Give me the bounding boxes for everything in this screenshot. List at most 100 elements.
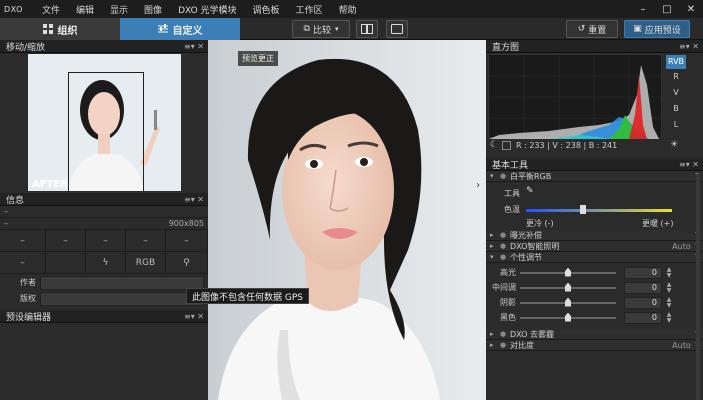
section-smart-lighting[interactable]: ▸● DXO智能照明 Auto ? — [486, 241, 703, 252]
expand-right-icon: ▸ — [490, 341, 494, 349]
slider-row: 中间调 0 ▲ ▼ — [486, 280, 703, 295]
channel-v[interactable]: V — [666, 85, 686, 101]
info-panel-controls[interactable]: ≡▾ ✕ — [184, 195, 208, 204]
author-field[interactable] — [40, 276, 204, 290]
sun-icon[interactable]: ☀ — [670, 140, 678, 150]
slider-value-input[interactable]: 0 — [624, 311, 662, 324]
eyedropper-icon[interactable]: ✎ — [526, 186, 534, 196]
close-window-button[interactable]: ✕ — [679, 4, 703, 15]
channel-b[interactable]: B — [666, 101, 686, 117]
split-view-icon — [361, 24, 373, 34]
gps-tooltip: 此图像不包含任何数据 GPS — [186, 288, 309, 304]
slider-track[interactable] — [520, 312, 616, 322]
no-flash-icon: ϟ — [86, 252, 126, 274]
spinner-icon[interactable]: ▲ ▼ — [664, 296, 674, 309]
info-cell: – — [0, 252, 46, 274]
tab-organize[interactable]: 组织 — [0, 18, 120, 40]
contrast-title: 对比度 — [510, 340, 534, 350]
menu-file[interactable]: 文件 — [34, 3, 68, 16]
undo-icon: ↺ — [577, 24, 586, 34]
expand-down-icon: ▾ — [490, 253, 494, 261]
author-label: 作者 — [20, 278, 36, 287]
slider-label: 中间调 — [492, 283, 516, 292]
apply-preset-button[interactable]: ▣ 应用预设 — [624, 20, 690, 38]
menu-optics[interactable]: DXO 光学模块 — [170, 3, 244, 16]
section-white-balance[interactable]: ▾● 白平衡RGB ? — [486, 171, 703, 182]
slider-knob[interactable] — [565, 297, 571, 307]
power-icon[interactable]: ● — [500, 242, 510, 250]
spinner-icon[interactable]: ▲ ▼ — [664, 266, 674, 279]
section-selective-tone[interactable]: ▾● 个性调节 ? — [486, 252, 703, 263]
compare-button[interactable]: ⧉ 比较 ▾ — [292, 20, 350, 38]
slider-value-input[interactable]: 0 — [624, 266, 662, 279]
menu-palette[interactable]: 调色板 — [245, 3, 288, 16]
power-icon[interactable]: ● — [500, 253, 510, 261]
slider-knob[interactable] — [565, 267, 571, 277]
spinner-icon[interactable]: ▲ ▼ — [664, 281, 674, 294]
slider-knob[interactable] — [565, 312, 571, 322]
zoom-viewport-rect[interactable] — [68, 72, 144, 191]
slider-row: 黑色 0 ▲ ▼ — [486, 310, 703, 325]
slider-value-input[interactable]: 0 — [624, 296, 662, 309]
copyright-field[interactable] — [40, 292, 204, 306]
apply-preset-label: 应用预设 — [644, 25, 681, 36]
menu-edit[interactable]: 编辑 — [68, 3, 102, 16]
histogram-controls[interactable]: ≡▾ ✕ — [679, 42, 703, 51]
image-viewer[interactable]: 预览更正 — [208, 40, 486, 400]
preview-correction-badge[interactable]: 预览更正 — [238, 51, 278, 66]
temperature-knob[interactable] — [580, 205, 586, 214]
warmer-label: 更暖 (+) — [642, 219, 674, 228]
frame-icon — [391, 24, 403, 34]
scrollbar[interactable] — [696, 174, 700, 400]
menu-help[interactable]: 帮助 — [331, 3, 365, 16]
power-icon[interactable]: ● — [500, 231, 510, 239]
reset-label: 重置 — [588, 25, 607, 36]
section-clearview[interactable]: ▸● DXO 去雾霾 ? — [486, 329, 703, 340]
channel-l[interactable]: L — [666, 117, 686, 133]
minimize-button[interactable]: – — [631, 4, 655, 15]
channel-r[interactable]: R — [666, 69, 686, 85]
section-exposure[interactable]: ▸● 曝光补偿 ? — [486, 230, 703, 241]
slider-row: 高光 0 ▲ ▼ — [486, 265, 703, 280]
cooler-label: 更冷 (-) — [526, 219, 554, 228]
chevron-down-icon: ▾ — [334, 25, 339, 33]
temperature-slider[interactable] — [526, 205, 672, 214]
histogram-plot — [488, 54, 663, 139]
power-icon[interactable]: ● — [500, 330, 510, 338]
basic-tools-controls[interactable]: ≡▾ ✕ — [679, 160, 703, 169]
panel-controls[interactable]: ≡▾ ✕ — [184, 42, 208, 51]
slider-knob[interactable] — [565, 282, 571, 292]
power-icon[interactable]: ● — [500, 172, 510, 180]
app-logo: DXO — [4, 4, 23, 14]
info-cell — [46, 252, 86, 274]
fullscreen-button[interactable] — [386, 20, 408, 38]
section-contrast[interactable]: ▸● 对比度 Auto ? — [486, 340, 703, 351]
channel-rvb[interactable]: RVB — [666, 55, 686, 69]
portrait-photo — [208, 40, 486, 400]
power-icon[interactable]: ● — [500, 341, 510, 349]
slider-track[interactable] — [520, 297, 616, 307]
tab-organize-label: 组织 — [57, 25, 78, 37]
split-view-button[interactable] — [356, 20, 378, 38]
reset-button[interactable]: ↺ 重置 — [566, 20, 618, 38]
smart-lighting-value: Auto — [672, 241, 691, 251]
slider-value-input[interactable]: 0 — [624, 281, 662, 294]
tab-customize[interactable]: 自定义 — [120, 18, 240, 40]
shadow-clip-toggle[interactable] — [502, 141, 511, 150]
preset-editor-header: 预设编辑器 ≡▾ ✕ — [0, 310, 208, 323]
menu-view[interactable]: 显示 — [102, 3, 136, 16]
right-chevron-icon[interactable]: › — [476, 180, 480, 191]
menu-image[interactable]: 图像 — [136, 3, 170, 16]
info-row: – 900x805 — [0, 218, 208, 230]
maximize-button[interactable]: □ — [655, 4, 679, 15]
moon-icon[interactable]: ☾ — [490, 140, 498, 150]
slider-track[interactable] — [520, 267, 616, 277]
slider-track[interactable] — [520, 282, 616, 292]
exposure-title: 曝光补偿 — [510, 230, 542, 240]
menu-workspace[interactable]: 工作区 — [288, 3, 331, 16]
image-dimensions: 900x805 — [168, 219, 204, 228]
info-cell: – — [166, 230, 208, 252]
preset-editor-controls[interactable]: ≡▾ ✕ — [184, 312, 208, 321]
info-title: 信息 — [6, 195, 25, 206]
spinner-icon[interactable]: ▲ ▼ — [664, 311, 674, 324]
